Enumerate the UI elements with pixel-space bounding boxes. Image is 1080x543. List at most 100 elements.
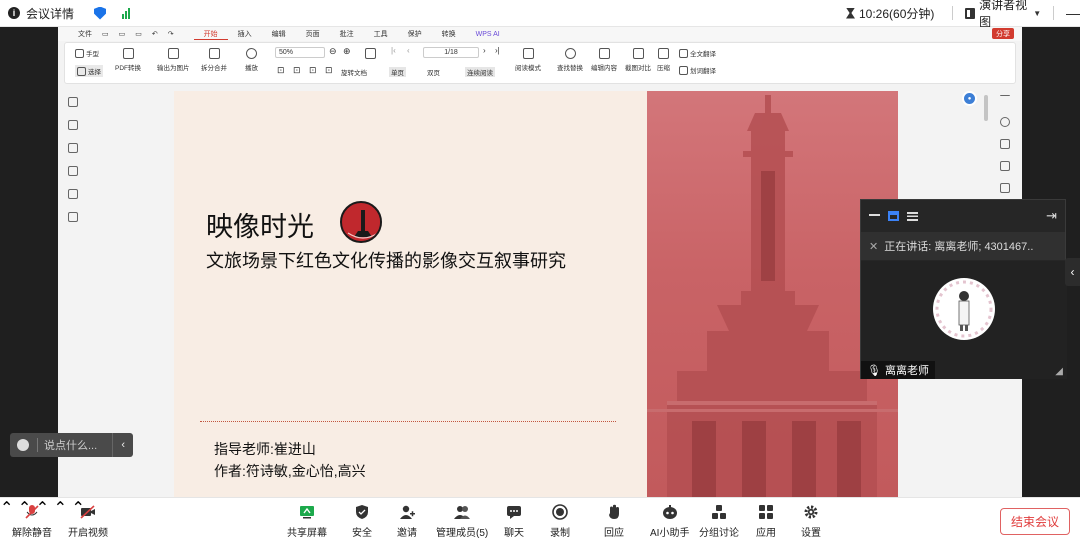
start-video-button[interactable]: 开启视频 bbox=[68, 504, 108, 539]
menu-file[interactable]: 文件 bbox=[78, 29, 92, 39]
thumbnail-icon[interactable] bbox=[68, 120, 78, 130]
record-icon bbox=[552, 504, 568, 520]
comment-icon[interactable] bbox=[68, 143, 78, 153]
hand-tool-button[interactable]: 手型 bbox=[75, 48, 99, 58]
ai-icon[interactable] bbox=[1000, 139, 1010, 149]
invite-button[interactable]: 邀请 bbox=[397, 504, 417, 539]
export-image-button[interactable]: 输出为图片 bbox=[157, 48, 190, 72]
chevron-up-icon[interactable]: ⌃ bbox=[54, 500, 67, 517]
full-translate-label: 全文翻译 bbox=[690, 51, 716, 58]
menu-comment[interactable]: 批注 bbox=[330, 29, 364, 39]
network-signal-icon[interactable] bbox=[122, 7, 131, 19]
zoom-in-icon[interactable]: ⊕ bbox=[343, 46, 351, 57]
breakout-button[interactable]: 分组讨论 bbox=[699, 504, 739, 539]
play-button[interactable]: 播放 bbox=[245, 48, 258, 72]
page-number-input[interactable]: 1/18 bbox=[423, 47, 479, 58]
menu-page[interactable]: 页面 bbox=[296, 29, 330, 39]
chevron-left-icon[interactable]: ‹ bbox=[112, 433, 133, 457]
last-page-icon[interactable]: ›| bbox=[495, 46, 500, 55]
meeting-details-link[interactable]: 会议详情 bbox=[26, 5, 74, 22]
wps-toolbar-ribbon: 手型 选择 PDF转换 输出为图片 拆分合并 播放 50% ⊖ ⊕ ⊡ ⊡ ⊡ … bbox=[64, 42, 1016, 84]
share-button[interactable]: 分享 bbox=[992, 28, 1014, 39]
edit-content-button[interactable]: 编辑内容 bbox=[591, 48, 617, 72]
chat-button[interactable]: 聊天 bbox=[504, 504, 524, 539]
speaker-view-icon[interactable] bbox=[888, 211, 899, 221]
members-label: 管理成员(5) bbox=[436, 528, 489, 539]
chat-quick-input[interactable]: 说点什么... ‹ bbox=[10, 433, 133, 457]
invite-label: 邀请 bbox=[397, 528, 417, 539]
redo-icon[interactable]: ↷ bbox=[168, 30, 174, 38]
first-page-icon[interactable]: |‹ bbox=[391, 46, 396, 55]
menu-protect[interactable]: 保护 bbox=[398, 29, 432, 39]
screenshot-icon[interactable]: ⊡ bbox=[325, 65, 333, 76]
settings-sliders-icon[interactable] bbox=[1000, 161, 1010, 171]
rotate-doc-button[interactable]: 旋转文档 bbox=[341, 67, 367, 77]
single-page-button[interactable]: 单页 bbox=[389, 67, 406, 77]
security-button[interactable]: 安全 bbox=[352, 504, 372, 539]
minimize-panel-icon[interactable] bbox=[869, 213, 880, 224]
expand-panel-icon[interactable]: ⇥ bbox=[1046, 208, 1057, 224]
prev-page-icon[interactable]: ‹ bbox=[407, 46, 410, 55]
read-mode-button[interactable]: 阅读模式 bbox=[515, 48, 541, 72]
resize-handle-icon[interactable]: ◢ bbox=[1055, 366, 1063, 377]
layers-icon[interactable] bbox=[68, 212, 78, 222]
info-icon[interactable]: i bbox=[8, 7, 20, 19]
folder-icon[interactable]: ▭ bbox=[102, 30, 109, 38]
compare-button[interactable]: 截图对比 bbox=[625, 48, 651, 72]
view-mode-dropdown[interactable]: 演讲者视图 ▼ — bbox=[952, 0, 1080, 30]
bookmark-icon[interactable] bbox=[68, 97, 78, 107]
authors-line: 作者:符诗敏,金心怡,高兴 bbox=[214, 463, 366, 479]
manage-members-button[interactable]: 管理成员(5) bbox=[436, 504, 488, 539]
record-button[interactable]: 录制 bbox=[550, 504, 570, 539]
minimize-icon[interactable]: — bbox=[1066, 5, 1080, 21]
collapse-sidebar-icon[interactable]: ‹ bbox=[1065, 258, 1080, 286]
zoom-out-icon[interactable]: ⊖ bbox=[329, 46, 337, 57]
search-icon[interactable] bbox=[1000, 117, 1010, 127]
menu-tools[interactable]: 工具 bbox=[364, 29, 398, 39]
compress-button[interactable]: 压缩 bbox=[657, 48, 670, 72]
print-icon[interactable]: ▭ bbox=[135, 30, 142, 38]
settings-button[interactable]: 设置 bbox=[801, 504, 821, 539]
share-screen-icon bbox=[300, 506, 314, 519]
menu-home[interactable]: 开始 bbox=[193, 29, 228, 40]
collapse-icon[interactable] bbox=[1000, 95, 1010, 97]
next-page-icon[interactable]: › bbox=[483, 46, 486, 55]
full-translate-button[interactable]: 全文翻译 bbox=[679, 48, 716, 58]
chat-placeholder[interactable]: 说点什么... bbox=[44, 437, 97, 453]
word-translate-button[interactable]: 划词翻译 bbox=[679, 65, 716, 75]
signature-icon[interactable] bbox=[68, 189, 78, 199]
share-screen-button[interactable]: 共享屏幕 bbox=[287, 504, 327, 539]
pdf-convert-button[interactable]: PDF转换 bbox=[115, 48, 141, 72]
menu-insert[interactable]: 插入 bbox=[228, 29, 262, 39]
split-merge-button[interactable]: 拆分合并 bbox=[201, 48, 227, 72]
attachment-icon[interactable] bbox=[68, 166, 78, 176]
security-shield-icon[interactable] bbox=[94, 6, 107, 20]
apps-button[interactable]: 应用 bbox=[756, 504, 776, 539]
ai-assistant-button[interactable]: AI小助手 bbox=[650, 504, 689, 539]
user-avatar-icon[interactable]: ● bbox=[962, 91, 977, 106]
menu-wps-ai[interactable]: WPS AI bbox=[466, 31, 510, 38]
double-page-button[interactable]: 双页 bbox=[427, 67, 440, 77]
microphone-icon: 🎙 bbox=[867, 364, 881, 377]
hourglass-icon bbox=[846, 7, 855, 19]
gallery-view-icon[interactable] bbox=[907, 211, 918, 221]
menu-edit[interactable]: 编辑 bbox=[262, 29, 296, 39]
end-meeting-button[interactable]: 结束会议 bbox=[1000, 508, 1070, 535]
crop-icon[interactable]: ⊡ bbox=[309, 65, 317, 76]
zoom-select[interactable]: 50% bbox=[275, 47, 325, 58]
undo-icon[interactable]: ↶ bbox=[152, 30, 158, 38]
menu-convert[interactable]: 转换 bbox=[432, 29, 466, 39]
speaker-video-tile[interactable]: 🎙 离离老师 ◢ bbox=[861, 261, 1067, 379]
fullscreen-icon[interactable] bbox=[365, 48, 376, 62]
continuous-read-button[interactable]: 连续阅读 bbox=[465, 67, 495, 77]
emoji-icon[interactable] bbox=[17, 439, 29, 451]
unmute-button[interactable]: 解除静音 bbox=[12, 504, 52, 539]
fit-page-icon[interactable]: ⊡ bbox=[293, 65, 301, 76]
fit-width-icon[interactable]: ⊡ bbox=[277, 65, 285, 76]
select-tool-button[interactable]: 选择 bbox=[75, 65, 103, 77]
save-icon[interactable]: ▭ bbox=[119, 30, 126, 38]
export-icon[interactable] bbox=[1000, 183, 1010, 193]
export-image-label: 输出为图片 bbox=[157, 65, 190, 72]
reaction-button[interactable]: 回应 bbox=[604, 504, 624, 539]
find-replace-button[interactable]: 查找替换 bbox=[557, 48, 583, 72]
